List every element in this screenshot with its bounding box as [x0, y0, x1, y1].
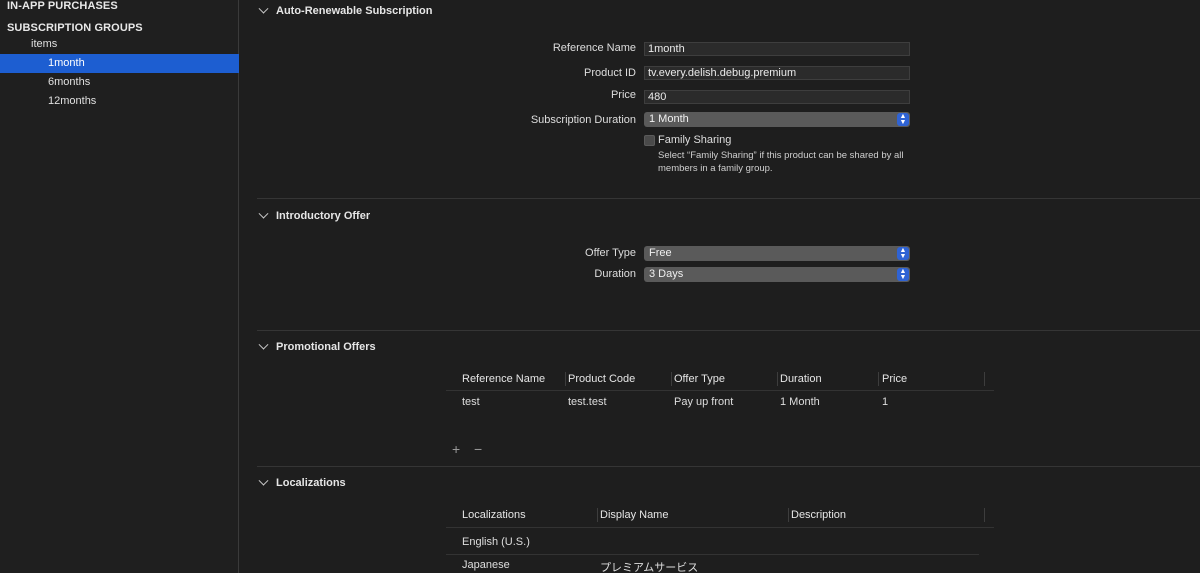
column-header-price[interactable]: Price: [882, 373, 907, 385]
column-separator: [597, 508, 598, 522]
intro-duration-value: 3 Days: [649, 268, 684, 280]
column-header-description[interactable]: Description: [791, 509, 846, 521]
column-separator: [984, 372, 985, 386]
sidebar-item-label: 1month: [48, 57, 85, 69]
sidebar-group-label: items: [31, 38, 58, 50]
offer-type-value: Free: [649, 247, 672, 259]
column-separator: [788, 508, 789, 522]
cell-localization: English (U.S.): [462, 536, 530, 548]
chevron-down-icon[interactable]: [258, 339, 269, 350]
cell-price: 1: [882, 396, 889, 408]
column-header-product-code[interactable]: Product Code: [568, 373, 635, 385]
column-header-duration[interactable]: Duration: [780, 373, 822, 385]
popup-stepper-icon: ▲ ▼: [897, 113, 909, 126]
product-id-field[interactable]: [644, 66, 910, 80]
column-separator: [565, 372, 566, 386]
column-header-localizations[interactable]: Localizations: [462, 509, 526, 521]
column-separator: [878, 372, 879, 386]
product-id-label: Product ID: [584, 67, 636, 79]
section-introductory-offer[interactable]: Introductory Offer: [258, 208, 371, 222]
chevron-down-icon[interactable]: [258, 475, 269, 486]
table-header-divider: [446, 527, 994, 528]
section-promotional-offers[interactable]: Promotional Offers: [258, 339, 376, 353]
row-divider: [446, 554, 979, 555]
intro-duration-label: Duration: [594, 268, 636, 280]
section-title: Promotional Offers: [276, 341, 376, 353]
price-label: Price: [610, 89, 636, 101]
column-separator: [671, 372, 672, 386]
intro-duration-popup[interactable]: 3 Days ▲ ▼: [644, 267, 910, 282]
column-separator: [777, 372, 778, 386]
subscription-duration-value: 1 Month: [649, 113, 689, 125]
cell-offer-type: Pay up front: [674, 396, 734, 408]
sidebar: IN-APP PURCHASES SUBSCRIPTION GROUPS ite…: [0, 0, 239, 573]
section-divider: [257, 330, 1200, 331]
main-editor: Auto-Renewable Subscription Reference Na…: [240, 0, 1200, 573]
add-offer-button[interactable]: +: [452, 441, 460, 457]
sidebar-item-1month[interactable]: 1month: [0, 54, 239, 73]
remove-offer-button[interactable]: −: [474, 441, 482, 457]
section-auto-renewable[interactable]: Auto-Renewable Subscription: [258, 3, 433, 17]
family-sharing-label: Family Sharing: [658, 134, 732, 146]
sidebar-group-items[interactable]: items: [0, 35, 239, 54]
sidebar-item-6months[interactable]: 6months: [0, 73, 239, 92]
section-title: Introductory Offer: [276, 210, 371, 222]
column-header-display-name[interactable]: Display Name: [600, 509, 668, 521]
chevron-down-icon[interactable]: [258, 208, 269, 219]
section-title: Localizations: [276, 477, 346, 489]
offer-type-popup[interactable]: Free ▲ ▼: [644, 246, 910, 261]
chevron-down-icon[interactable]: [258, 3, 269, 14]
cell-display-name: プレミアムサービス: [600, 562, 699, 573]
price-field[interactable]: [644, 90, 910, 104]
section-title: Auto-Renewable Subscription: [276, 5, 433, 17]
sidebar-item-label: 12months: [48, 95, 97, 107]
in-app-purchases-heading: IN-APP PURCHASES: [7, 0, 118, 12]
popup-stepper-icon: ▲ ▼: [897, 268, 909, 281]
cell-localization: Japanese: [462, 559, 510, 571]
cell-reference-name: test: [462, 396, 480, 408]
subscription-groups-heading: SUBSCRIPTION GROUPS: [7, 22, 143, 34]
column-header-offer-type[interactable]: Offer Type: [674, 373, 725, 385]
section-divider: [257, 198, 1200, 199]
popup-stepper-icon: ▲ ▼: [897, 247, 909, 260]
column-separator: [984, 508, 985, 522]
section-localizations[interactable]: Localizations: [258, 475, 346, 489]
offer-type-label: Offer Type: [585, 247, 636, 259]
cell-duration: 1 Month: [780, 396, 820, 408]
section-divider: [257, 466, 1200, 467]
table-header-divider: [446, 390, 994, 391]
family-sharing-help: Select “Family Sharing” if this product …: [658, 150, 904, 174]
sidebar-item-label: 6months: [48, 76, 91, 88]
cell-product-code: test.test: [568, 396, 607, 408]
sidebar-item-12months[interactable]: 12months: [0, 92, 239, 111]
reference-name-field[interactable]: [644, 42, 910, 56]
subscription-duration-label: Subscription Duration: [530, 114, 636, 126]
column-header-reference-name[interactable]: Reference Name: [462, 373, 545, 385]
family-sharing-checkbox[interactable]: [644, 135, 655, 146]
reference-name-label: Reference Name: [552, 42, 636, 54]
subscription-duration-popup[interactable]: 1 Month ▲ ▼: [644, 112, 910, 127]
